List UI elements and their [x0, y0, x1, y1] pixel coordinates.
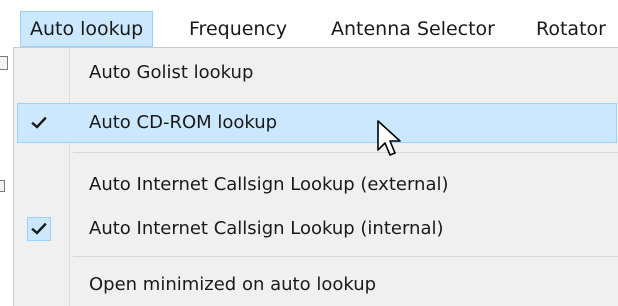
menu-antenna-selector[interactable]: Antenna Selector — [322, 11, 504, 47]
auto-lookup-dropdown: Auto Golist lookup Auto CD-ROM lookup Au… — [13, 47, 618, 306]
background-control — [0, 56, 8, 70]
menu-item-auto-internet-callsign-lookup-internal[interactable]: Auto Internet Callsign Lookup (internal) — [17, 209, 617, 249]
menu-auto-lookup[interactable]: Auto lookup — [20, 11, 154, 47]
menu-frequency[interactable]: Frequency — [180, 11, 296, 47]
background-control — [0, 180, 5, 192]
menu-bar: Auto lookup Frequency Antenna Selector R… — [0, 0, 618, 54]
menu-item-auto-cd-rom-lookup[interactable]: Auto CD-ROM lookup — [17, 103, 617, 143]
menu-item-label: Auto Internet Callsign Lookup (internal) — [89, 218, 444, 239]
check-icon — [27, 217, 51, 241]
menu-item-open-minimized-on-auto-lookup[interactable]: Open minimized on auto lookup — [17, 265, 617, 305]
mouse-pointer-icon — [377, 120, 401, 156]
check-icon — [27, 111, 51, 135]
menu-separator — [73, 152, 618, 153]
menu-item-label: Open minimized on auto lookup — [89, 274, 377, 295]
menu-item-label: Auto Internet Callsign Lookup (external) — [89, 174, 449, 195]
menu-item-auto-golist-lookup[interactable]: Auto Golist lookup — [17, 53, 617, 93]
menu-rotator[interactable]: Rotator — [527, 11, 615, 47]
menu-item-auto-internet-callsign-lookup-external[interactable]: Auto Internet Callsign Lookup (external) — [17, 165, 617, 205]
menu-item-label: Auto CD-ROM lookup — [89, 112, 278, 133]
screen: Auto lookup Frequency Antenna Selector R… — [0, 0, 618, 306]
menu-item-label: Auto Golist lookup — [89, 62, 254, 83]
menu-separator — [73, 256, 618, 257]
